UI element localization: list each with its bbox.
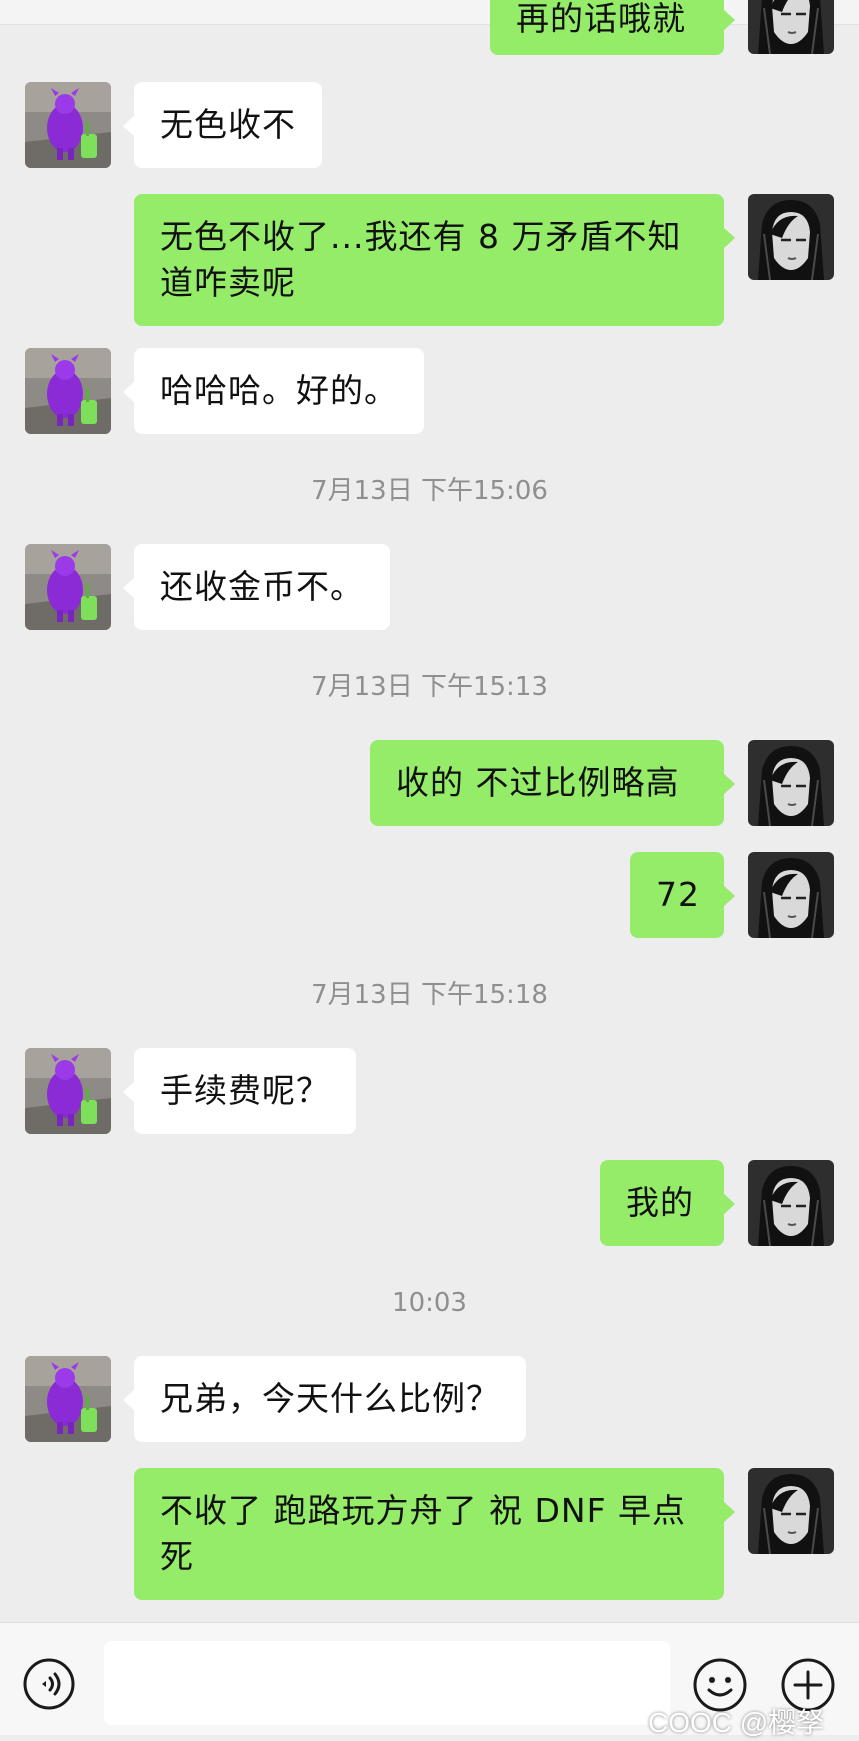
contact-avatar[interactable] — [25, 544, 111, 630]
message-text: 手续费呢？ — [160, 1071, 330, 1110]
message-input[interactable] — [104, 1641, 670, 1725]
message-text: 兄弟，今天什么比例？ — [160, 1379, 500, 1418]
chat-timestamp: 7月13日 下午15:06 — [311, 476, 548, 506]
message-text: 哈哈哈。好的。 — [160, 371, 398, 410]
chat-input-bar: COOC @樱孥 — [0, 1622, 859, 1738]
message-bubble-outgoing[interactable]: 72 — [630, 852, 735, 938]
message-text: 无色收不 — [160, 105, 296, 144]
message-text: 再的话哦就 — [516, 0, 686, 38]
my-avatar[interactable] — [748, 194, 834, 280]
contact-avatar[interactable] — [25, 1048, 111, 1134]
my-avatar[interactable] — [748, 740, 834, 826]
message-bubble-outgoing[interactable]: 我的 — [600, 1160, 735, 1246]
message-bubble-outgoing[interactable]: 无色不收了...我还有 8 万矛盾不知道咋卖呢 — [134, 194, 735, 326]
message-bubble-incoming[interactable]: 还收金币不。 — [123, 544, 390, 630]
chat-timestamp: 10:03 — [392, 1288, 467, 1318]
message-text: 还收金币不。 — [160, 567, 364, 606]
message-text: 72 — [656, 875, 700, 914]
message-bubble-outgoing[interactable]: 再的话哦就 — [490, 0, 735, 55]
my-avatar[interactable] — [748, 1160, 834, 1246]
my-avatar[interactable] — [748, 852, 834, 938]
contact-avatar[interactable] — [25, 1356, 111, 1442]
message-text: 我的 — [626, 1183, 694, 1222]
message-bubble-incoming[interactable]: 手续费呢？ — [123, 1048, 356, 1134]
message-bubble-incoming[interactable]: 哈哈哈。好的。 — [123, 348, 424, 434]
voice-icon[interactable] — [22, 1657, 76, 1711]
message-text: 收的 不过比例略高 — [396, 763, 680, 802]
message-bubble-outgoing[interactable]: 不收了 跑路玩方舟了 祝 DNF 早点死 — [134, 1468, 735, 1600]
my-avatar[interactable] — [748, 0, 834, 54]
watermark: COOC @樱孥 — [648, 1707, 825, 1738]
message-bubble-incoming[interactable]: 无色收不 — [123, 82, 322, 168]
chat-timestamp: 7月13日 下午15:18 — [311, 980, 548, 1010]
my-avatar[interactable] — [748, 1468, 834, 1554]
message-text: 无色不收了...我还有 8 万矛盾不知道咋卖呢 — [160, 217, 682, 302]
message-text: 不收了 跑路玩方舟了 祝 DNF 早点死 — [160, 1491, 687, 1576]
contact-avatar[interactable] — [25, 82, 111, 168]
message-bubble-incoming[interactable]: 兄弟，今天什么比例？ — [123, 1356, 526, 1442]
contact-avatar[interactable] — [25, 348, 111, 434]
chat-timestamp: 7月13日 下午15:13 — [311, 672, 548, 702]
message-bubble-outgoing[interactable]: 收的 不过比例略高 — [370, 740, 735, 826]
